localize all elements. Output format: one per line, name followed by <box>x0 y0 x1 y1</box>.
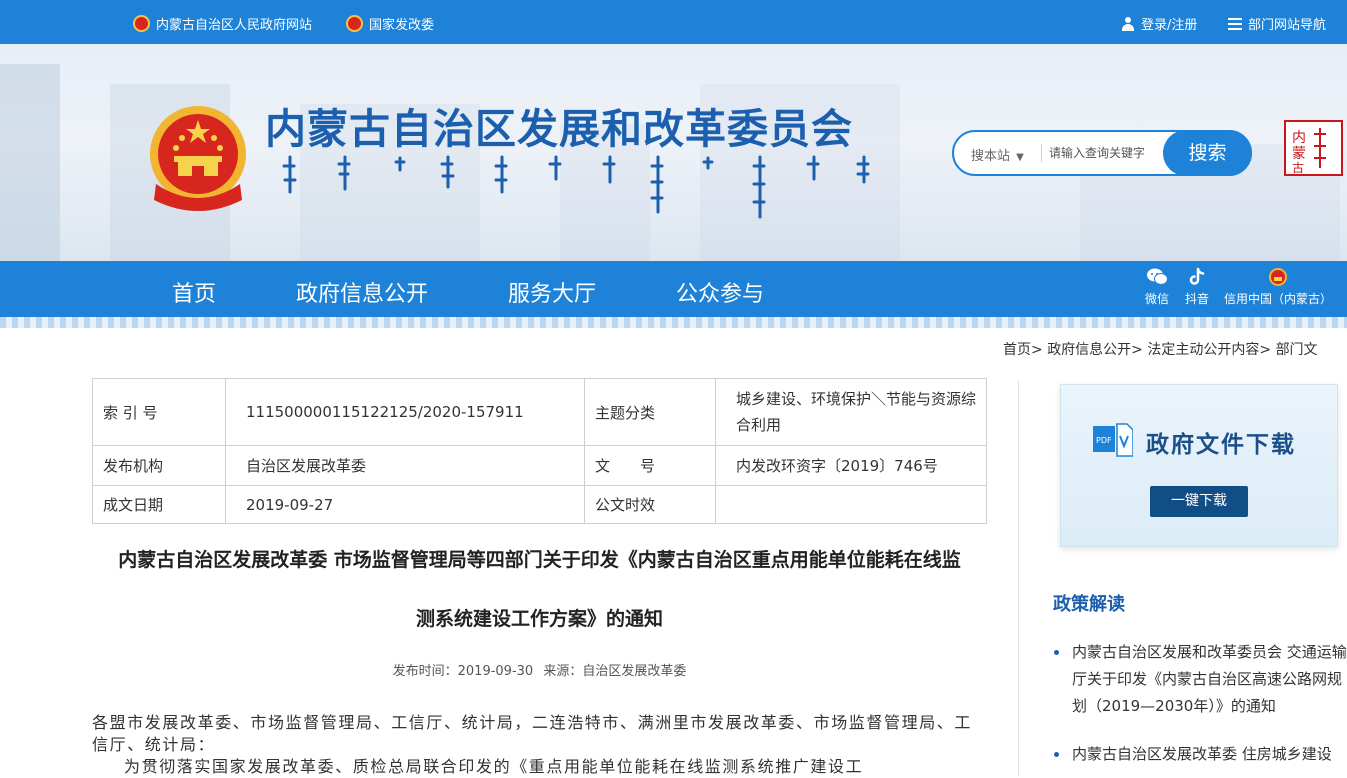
main-nav: 首页 政府信息公开 服务大厅 公众参与 微信 抖音 信用中国（内蒙古） <box>0 261 1347 317</box>
article-title-line2: 测系统建设工作方案》的通知 <box>415 608 663 630</box>
validity-value <box>715 485 987 524</box>
issuer-label: 发布机构 <box>92 445 226 486</box>
list-item: 内蒙古自治区发展和改革委员会 交通运输厅关于印发《内蒙古自治区高速公路网规划（2… <box>1054 639 1347 723</box>
site-title: 内蒙古自治区发展和改革委员会 <box>265 105 853 153</box>
list-item: 内蒙古自治区发展改革委 住房城乡建设 <box>1054 741 1347 771</box>
gov-site-link-label: 内蒙古自治区人民政府网站 <box>156 18 313 33</box>
nav-home[interactable]: 首页 <box>172 276 216 308</box>
nav-gov-info[interactable]: 政府信息公开 <box>296 276 428 308</box>
docno-value: 内发改环资字〔2019〕746号 <box>715 445 987 486</box>
dept-nav-link[interactable]: 部门网站导航 <box>1228 14 1326 33</box>
national-emblem-icon <box>346 15 363 32</box>
credit-china-label: 信用中国（内蒙古） <box>1224 292 1333 306</box>
table-row: 索 引 号 111500000115122125/2020-157911 主题分… <box>92 378 987 446</box>
wechat-link[interactable]: 微信 <box>1145 267 1169 307</box>
top-bar: 内蒙古自治区人民政府网站 国家发改委 登录/注册 部门网站导航 <box>0 0 1347 44</box>
table-row: 成文日期 2019-09-27 公文时效 <box>92 485 987 524</box>
svg-text:内: 内 <box>1292 130 1306 146</box>
pdf-file-icon: PDF <box>1093 423 1133 457</box>
login-link[interactable]: 登录/注册 <box>1121 14 1197 33</box>
decorative-pattern <box>0 317 1347 328</box>
index-value: 111500000115122125/2020-157911 <box>225 378 585 446</box>
article-meta: 发布时间：2019-09-30 来源：自治区发展改革委 <box>92 660 987 679</box>
column-divider <box>1018 380 1019 777</box>
search-box: 搜本站 ▼ 搜索 <box>952 130 1252 176</box>
one-click-download-button[interactable]: 一键下载 <box>1150 486 1248 517</box>
table-row: 发布机构 自治区发展改革委 文 号 内发改环资字〔2019〕746号 <box>92 445 987 486</box>
body-paragraph: 为贯彻落实国家发展改革委、质检总局联合印发的《重点用能单位能耗在线监测系统推广建… <box>124 757 864 776</box>
nav-public-participation[interactable]: 公众参与 <box>676 276 764 308</box>
search-input[interactable] <box>1049 142 1161 164</box>
download-title: 政府文件下载 <box>1146 431 1296 458</box>
date-value: 2019-09-27 <box>225 485 585 524</box>
svg-text:PDF: PDF <box>1096 436 1112 445</box>
menu-icon <box>1228 17 1242 30</box>
issuer-value: 自治区发展改革委 <box>225 445 585 486</box>
wechat-icon <box>1147 268 1168 285</box>
svg-text:蒙: 蒙 <box>1292 146 1306 162</box>
docno-label: 文 号 <box>584 445 716 486</box>
topic-label: 主题分类 <box>584 378 716 446</box>
svg-text:古: 古 <box>1292 160 1304 174</box>
login-label: 登录/注册 <box>1141 18 1198 33</box>
douyin-label: 抖音 <box>1185 292 1210 306</box>
validity-label: 公文时效 <box>584 485 716 524</box>
article-body: 各盟市发展改革委、市场监督管理局、工信厅、统计局，二连浩特市、满洲里市发展改革委… <box>92 712 987 778</box>
topic-value: 城乡建设、环境保护＼节能与资源综合利用 <box>715 378 987 446</box>
background-building <box>0 64 60 261</box>
breadcrumb-statutory[interactable]: 法定主动公开内容> <box>1147 342 1271 358</box>
divider <box>1041 144 1042 162</box>
bullet-icon <box>1054 752 1059 757</box>
breadcrumb-dept[interactable]: 部门文 <box>1276 342 1318 358</box>
breadcrumb: 首页> 政府信息公开> 法定主动公开内容> 部门文 <box>1003 339 1318 359</box>
dept-nav-label: 部门网站导航 <box>1248 18 1327 33</box>
header-banner: 内蒙古自治区发展和改革委员会 搜本站 ▼ 搜索 内 蒙 古 <box>0 44 1347 261</box>
user-icon <box>1121 16 1135 31</box>
article-source: 来源：自治区发展改革委 <box>543 664 687 679</box>
nav-service-hall[interactable]: 服务大厅 <box>508 276 596 308</box>
douyin-link[interactable]: 抖音 <box>1185 267 1209 307</box>
document-info-table: 索 引 号 111500000115122125/2020-157911 主题分… <box>92 378 987 524</box>
date-label: 成文日期 <box>92 485 226 524</box>
seal-logo: 内 蒙 古 <box>1284 120 1343 176</box>
national-emblem-icon <box>150 106 246 211</box>
download-card: PDF 政府文件下载 一键下载 <box>1060 384 1338 547</box>
breadcrumb-gov-info[interactable]: 政府信息公开> <box>1047 342 1143 358</box>
publish-time: 发布时间：2019-09-30 <box>392 664 534 679</box>
seal-icon: 内 蒙 古 <box>1292 128 1326 175</box>
related-link[interactable]: 内蒙古自治区发展和改革委员会 交通运输厅关于印发《内蒙古自治区高速公路网规划（2… <box>1072 639 1347 720</box>
douyin-icon <box>1189 267 1205 285</box>
national-emblem-icon <box>133 15 150 32</box>
ndrc-link-label: 国家发改委 <box>369 18 435 33</box>
bullet-icon <box>1054 650 1059 655</box>
ndrc-link[interactable]: 国家发改委 <box>346 14 434 33</box>
policy-interpretation-heading: 政策解读 <box>1053 594 1125 615</box>
wechat-label: 微信 <box>1145 292 1170 306</box>
caret-down-icon: ▼ <box>1016 152 1024 163</box>
article-title-line1: 内蒙古自治区发展改革委 市场监督管理局等四部门关于印发《内蒙古自治区重点用能单位… <box>118 549 961 571</box>
index-label: 索 引 号 <box>92 378 226 446</box>
search-scope-label: 搜本站 <box>971 149 1011 164</box>
gov-site-link[interactable]: 内蒙古自治区人民政府网站 <box>133 14 312 33</box>
search-scope-select[interactable]: 搜本站 ▼ <box>971 145 1024 164</box>
mongolian-script-title <box>282 155 870 219</box>
search-button[interactable]: 搜索 <box>1163 130 1252 176</box>
related-link[interactable]: 内蒙古自治区发展改革委 住房城乡建设 <box>1072 741 1347 768</box>
breadcrumb-home[interactable]: 首页> <box>1003 342 1043 358</box>
credit-china-link[interactable]: 信用中国（内蒙古） <box>1224 267 1332 307</box>
body-paragraph: 各盟市发展改革委、市场监督管理局、工信厅、统计局，二连浩特市、满洲里市发展改革委… <box>92 713 973 754</box>
national-emblem-icon <box>1269 268 1287 286</box>
